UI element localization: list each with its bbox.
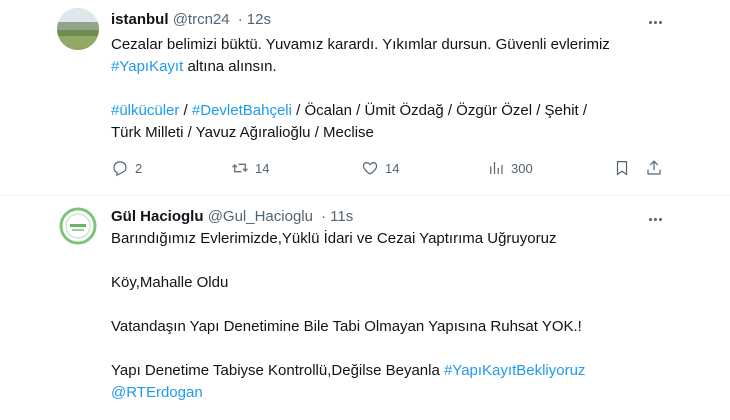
- views-button[interactable]: 300: [487, 158, 533, 178]
- text-line: Türk Milleti / Yavuz Ağıralioğlu / Mecli…: [111, 122, 671, 144]
- text-line: Yapı Denetime Tabiyse Kontrollü,Değilse …: [111, 360, 671, 382]
- user-handle[interactable]: @Gul_Hacioglu: [208, 208, 313, 225]
- retweet-button[interactable]: 14: [231, 158, 269, 178]
- text-segment: Barındığımız Evlerimizde,Yüklü İdari ve …: [111, 230, 557, 247]
- avatar[interactable]: [57, 205, 99, 247]
- bookmark-button[interactable]: [613, 158, 631, 178]
- retweet-count: 14: [255, 160, 270, 176]
- like-icon: [362, 161, 378, 175]
- display-name[interactable]: Gül Hacioglu: [111, 208, 204, 225]
- tweet[interactable]: istanbul @trcn24 · 12s Cezalar belimizi b…: [0, 0, 730, 196]
- text-segment: Türk Milleti / Yavuz Ağıralioğlu / Mecli…: [111, 124, 374, 141]
- reply-count: 2: [135, 160, 143, 176]
- text-segment: Köy,Mahalle Oldu: [111, 274, 229, 291]
- avatar[interactable]: [57, 8, 99, 50]
- tweet-text: Cezalar belimizi büktü. Yuvamız karardı.…: [111, 34, 671, 144]
- display-name[interactable]: istanbul: [111, 11, 169, 28]
- tweet-header: Gül Hacioglu @Gul_Hacioglu · 11s: [111, 208, 353, 225]
- text-segment: /: [179, 102, 192, 119]
- tweet-header: istanbul @trcn24 · 12s: [111, 11, 271, 28]
- text-line: #ülkücüler / #DevletBahçeli / Öcalan / Ü…: [111, 100, 671, 122]
- text-segment: Cezalar belimizi büktü. Yuvamız karardı.…: [111, 36, 610, 53]
- views-icon: [490, 162, 503, 174]
- text-segment: Vatandaşın Yapı Denetimine Bile Tabi Olm…: [111, 318, 582, 335]
- like-count: 14: [385, 160, 400, 176]
- hashtag-link[interactable]: #DevletBahçeli: [192, 102, 292, 119]
- more-icon[interactable]: [646, 13, 664, 31]
- reply-button[interactable]: 2: [111, 158, 142, 178]
- mention-link[interactable]: @RTErdogan: [111, 384, 203, 401]
- tweet[interactable]: Gül Hacioglu @Gul_Hacioglu · 11s Barındığ…: [0, 197, 730, 420]
- share-button[interactable]: [645, 158, 663, 178]
- bookmark-icon: [616, 161, 628, 176]
- text-line: Köy,Mahalle Oldu: [111, 272, 671, 294]
- reply-icon: [113, 161, 127, 177]
- separator: ·: [321, 208, 327, 225]
- user-handle[interactable]: @trcn24: [173, 11, 230, 28]
- views-count: 300: [511, 160, 533, 176]
- separator: ·: [237, 11, 243, 28]
- timestamp[interactable]: 12s: [247, 11, 271, 28]
- text-line: Cezalar belimizi büktü. Yuvamız karardı.…: [111, 34, 671, 56]
- text-line: @RTErdogan: [111, 382, 671, 404]
- hashtag-link[interactable]: #YapıKayıt: [111, 58, 183, 75]
- text-segment: altına alınsın.: [183, 58, 277, 75]
- text-segment: / Öcalan / Ümit Özdağ / Özgür Özel / Şeh…: [291, 102, 588, 119]
- text-line: #YapıKayıt altına alınsın.: [111, 56, 671, 78]
- retweet-icon: [232, 163, 248, 173]
- share-icon: [647, 160, 661, 175]
- timestamp[interactable]: 11s: [330, 208, 353, 225]
- text-line: Barındığımız Evlerimizde,Yüklü İdari ve …: [111, 228, 671, 250]
- action-bar: 2 14 14 300: [111, 158, 671, 178]
- tweet-text: Barındığımız Evlerimizde,Yüklü İdari ve …: [111, 228, 671, 404]
- hashtag-link[interactable]: #YapıKayıtBekliyoruz: [444, 362, 585, 379]
- text-line: Vatandaşın Yapı Denetimine Bile Tabi Olm…: [111, 316, 671, 338]
- hashtag-link[interactable]: #ülkücüler: [111, 102, 179, 119]
- text-segment: Yapı Denetime Tabiyse Kontrollü,Değilse …: [111, 362, 444, 379]
- like-button[interactable]: 14: [361, 158, 399, 178]
- more-icon[interactable]: [646, 210, 664, 228]
